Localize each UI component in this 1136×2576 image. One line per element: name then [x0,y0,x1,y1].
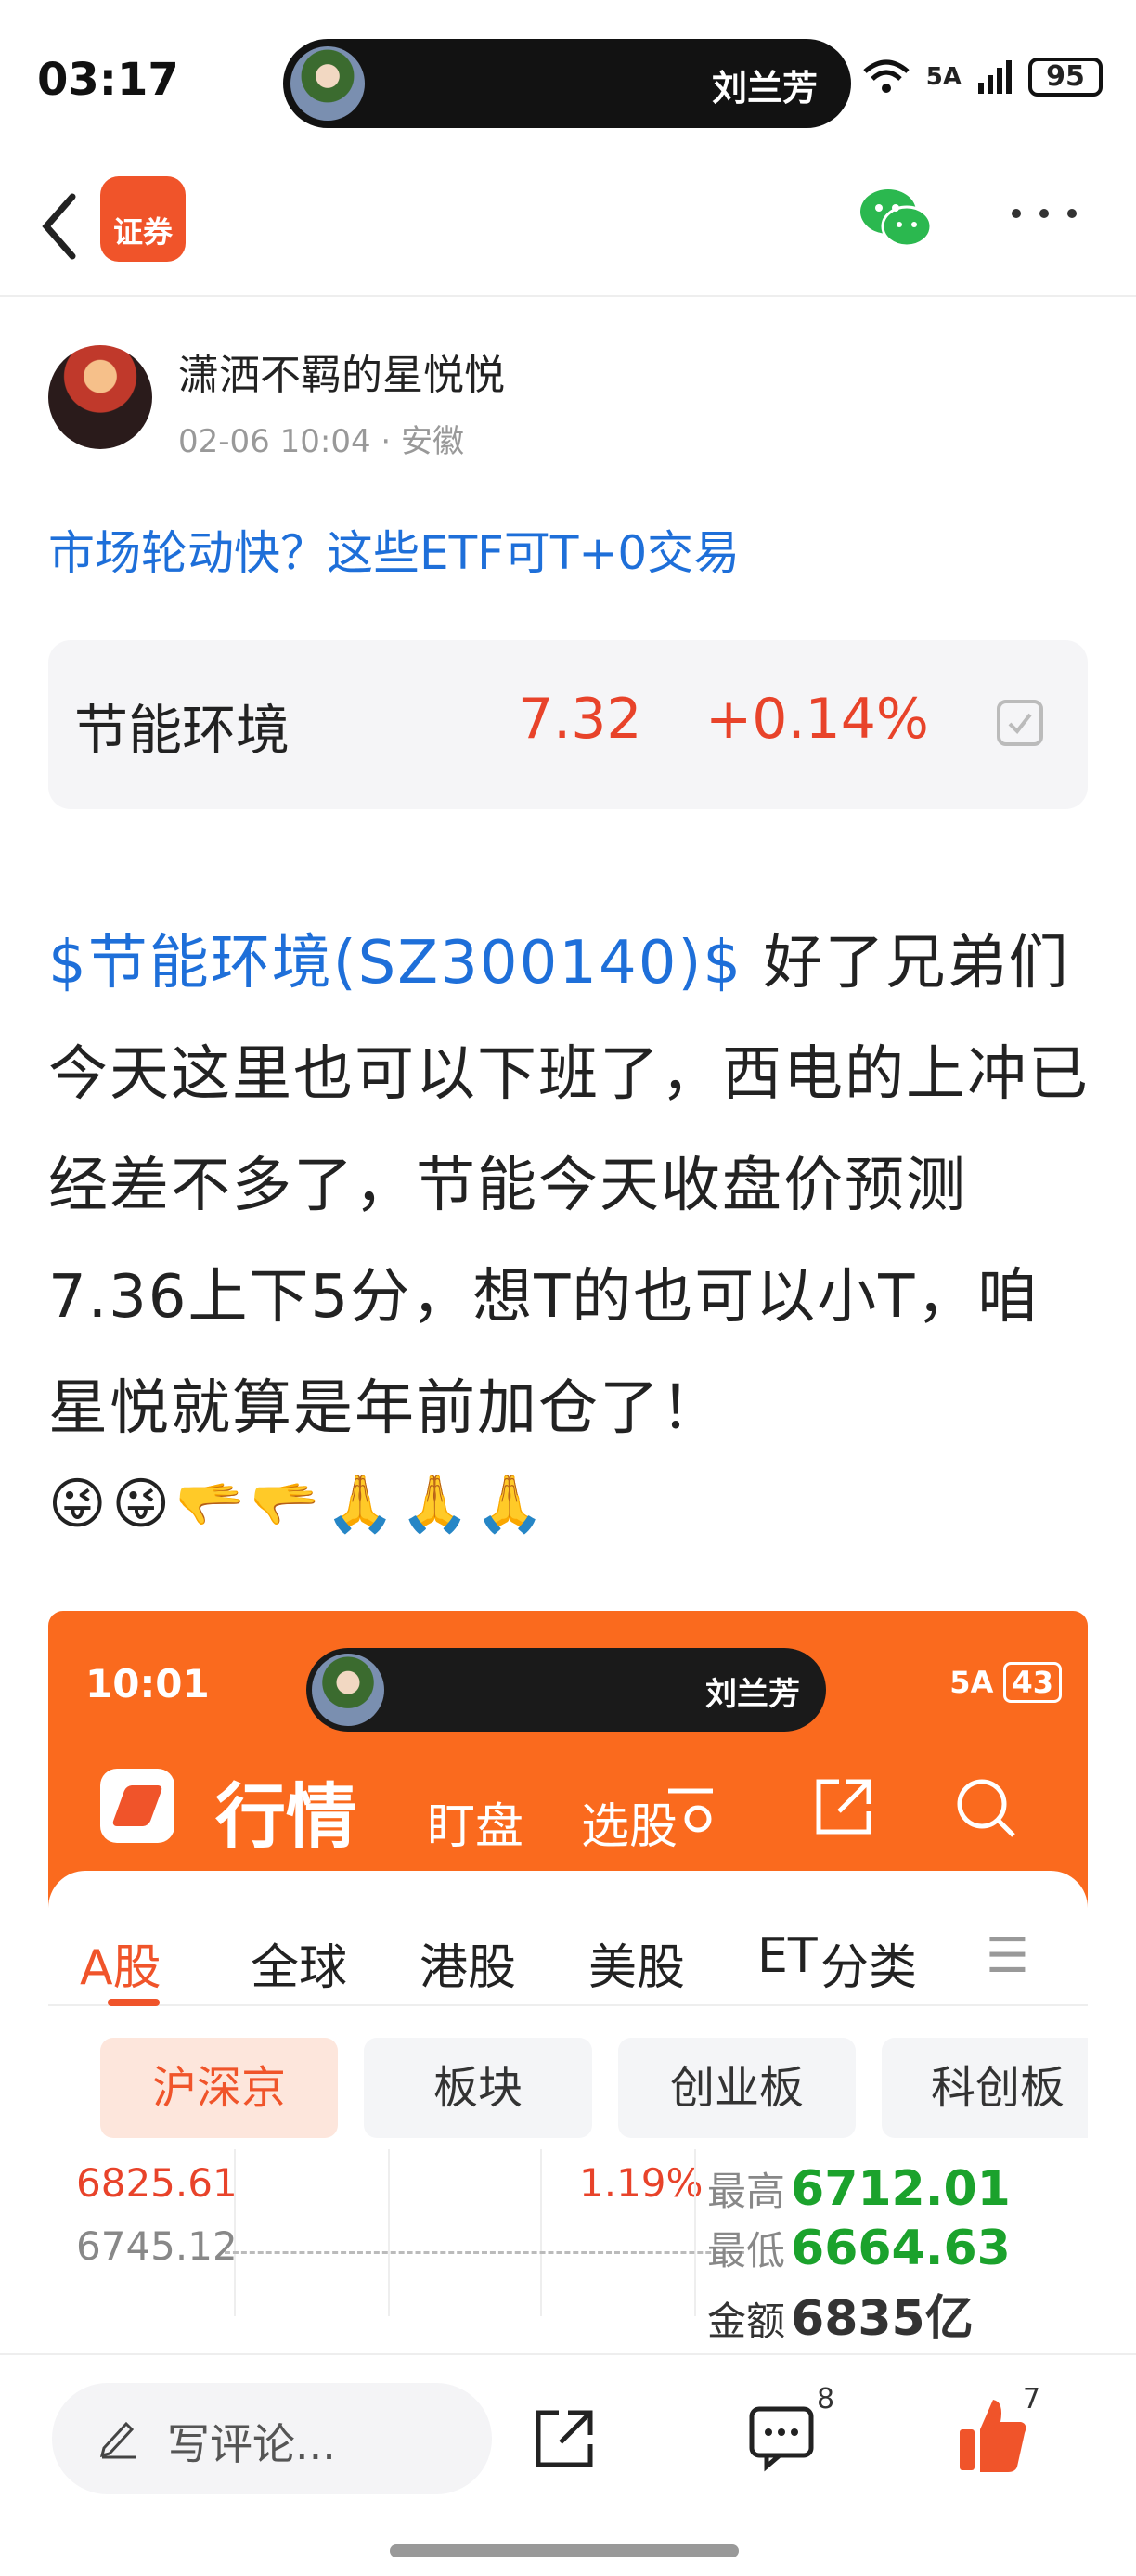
image-caller-name: 刘兰芳 [705,1676,800,1713]
comment-icon[interactable] [746,2402,817,2472]
image-call-pill: 刘兰芳 [306,1648,826,1732]
image-stat-low: 最低 6664.63 [707,2220,1011,2276]
image-menu-icon: ☰ [986,1928,1029,1984]
image-dashed-line [225,2251,744,2254]
image-title: 行情 [215,1775,356,1858]
image-tab-us: 美股 [588,1940,686,1996]
image-tab-underline [108,1999,160,2006]
signal-icon [978,60,1012,94]
stock-change: +0.14% [705,687,929,752]
top-nav: 证券 [0,158,1136,297]
status-icons: 5A 95 [861,58,1103,97]
home-indicator[interactable] [390,2544,739,2557]
image-caller-avatar [312,1654,384,1726]
image-stat-low-value: 6664.63 [791,2221,1011,2276]
image-grid-line [388,2149,390,2316]
post-meta: 02-06 10:04 · 安徽 [178,423,465,460]
wifi-icon [863,59,910,93]
image-app-logo [100,1769,174,1843]
comment-input[interactable]: 写评论... [52,2383,492,2494]
status-bar: 03:17 刘兰芳 5A 95 [0,0,1136,158]
image-search-icon [957,1779,1015,1837]
back-arrow-icon[interactable] [33,189,89,264]
image-chip-hsj: 沪深京 [100,2038,338,2138]
app-logo: 证券 [100,176,186,262]
battery-indicator: 95 [1028,58,1103,97]
wechat-share-icon[interactable] [858,186,933,251]
bottom-action-bar: 写评论... 8 7 [0,2353,1136,2576]
image-chip-gem: 创业板 [618,2038,856,2138]
promo-link[interactable]: 市场轮动快？这些ETF可T+0交易 [48,516,740,583]
image-stat-low-label: 最低 [707,2228,786,2273]
image-battery: 43 [1003,1662,1062,1703]
image-level-high: 6825.61 [76,2160,238,2206]
image-share-icon [816,1779,871,1835]
author-avatar[interactable] [48,345,152,449]
image-tab-hk: 港股 [420,1940,517,1996]
stock-name: 节能环境 [74,699,290,762]
image-tab-global: 全球 [251,1940,348,1996]
image-stat-amount-label: 金额 [707,2299,786,2344]
pen-icon [99,2421,136,2459]
add-watchlist-icon[interactable] [997,700,1043,746]
image-level-mid: 6745.12 [76,2223,238,2269]
image-grid-line [540,2149,542,2316]
image-level-pct: 1.19% [579,2160,704,2206]
post-text: 好了兄弟们今天这里也可以下班了，西电的上冲已经差不多了，节能今天收盘价预测7.3… [48,929,1090,1443]
image-tab-a-share: A股 [80,1940,161,1996]
share-icon[interactable] [531,2405,598,2472]
image-clock: 10:01 [85,1661,210,1707]
image-stat-amount: 金额 6835亿 [707,2279,974,2349]
image-network-label: 5A [949,1665,994,1700]
comment-placeholder: 写评论... [167,2419,336,2469]
image-tab-category: 分类 [820,1940,918,1996]
image-market-panel: A股 全球 港股 美股 ET 分类 ☰ 沪深京 板块 创业板 科创板 6825.… [48,1871,1088,2355]
call-pill[interactable]: 刘兰芳 [283,39,851,128]
image-chip-star: 科创板 [882,2038,1088,2138]
image-grid-line [234,2149,236,2316]
image-status-icons: 5A 43 [949,1662,1062,1703]
post-image[interactable]: 10:01 刘兰芳 5A 43 行情 盯盘 选股 A股 全球 港股 美股 ET … [48,1611,1088,2355]
clock: 03:17 [37,54,179,106]
network-label: 5A [925,63,962,91]
thumbs-up-icon[interactable] [956,2394,1028,2474]
image-stat-amount-value: 6835亿 [791,2291,974,2347]
image-tab-etf: ET [757,1928,818,1984]
stock-card[interactable]: 节能环境 7.32 +0.14% [48,640,1088,809]
image-market-tabs: A股 全球 港股 美股 ET 分类 ☰ [48,1913,1088,2006]
image-settings-icon [668,1788,713,1833]
like-count: 7 [1023,2383,1041,2415]
image-stat-high-value: 6712.01 [791,2161,1011,2217]
caller-name: 刘兰芳 [711,68,818,109]
image-chip-sector: 板块 [364,2038,592,2138]
more-icon[interactable] [1007,195,1081,232]
image-stat-high: 最高 6712.01 [707,2160,1011,2217]
stock-price: 7.32 [518,687,642,752]
image-chip-row: 沪深京 板块 创业板 科创板 [48,2038,1088,2140]
comment-count: 8 [817,2383,835,2415]
image-stat-high-label: 最高 [707,2169,786,2214]
author-name[interactable]: 潇洒不羁的星悦悦 [178,341,505,401]
stock-tag-link[interactable]: $节能环境(SZ300140)$ [48,929,742,998]
caller-avatar [290,46,365,121]
image-grid-line [694,2149,696,2316]
post-emojis: 😜😜🫳🫳🙏🙏🙏 [48,1472,550,1537]
post-body: $节能环境(SZ300140)$ 好了兄弟们今天这里也可以下班了，西电的上冲已经… [48,908,1097,1464]
image-tab-watch: 盯盘 [427,1799,524,1855]
